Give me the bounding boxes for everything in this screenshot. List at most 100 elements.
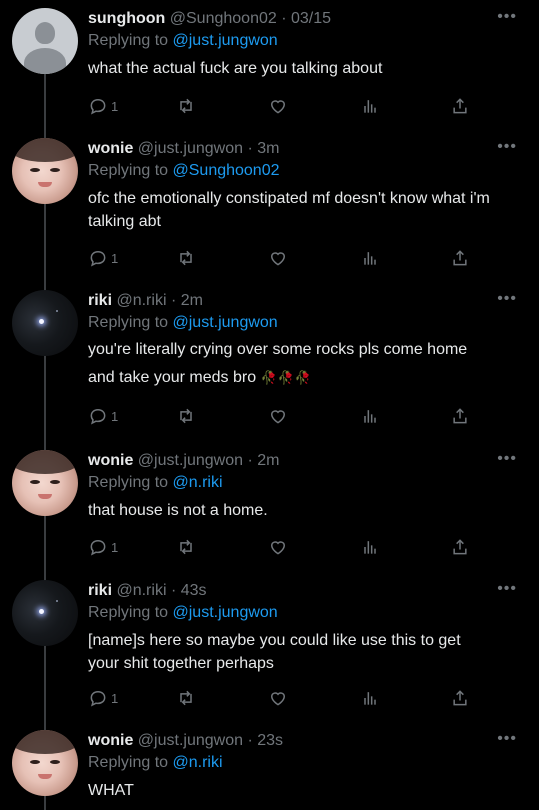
display-name[interactable]: riki xyxy=(88,292,112,309)
ellipsis-icon[interactable]: ••• xyxy=(497,451,517,467)
timestamp[interactable]: 2m xyxy=(257,452,279,469)
display-name[interactable]: riki xyxy=(88,582,112,599)
reply-count: 1 xyxy=(111,250,119,266)
reply-to-link[interactable]: @just.jungwon xyxy=(173,32,278,49)
share-upload-icon xyxy=(453,250,467,266)
like-button[interactable] xyxy=(268,406,288,426)
like-button[interactable] xyxy=(268,96,288,116)
user-handle[interactable]: @Sunghoon02 xyxy=(170,10,277,27)
views-button[interactable] xyxy=(360,96,380,116)
views-bar-chart-icon xyxy=(364,541,376,554)
reply-bubble-icon xyxy=(90,539,106,556)
tweet-text: WHAT xyxy=(88,782,134,799)
reply-count: 1 xyxy=(111,539,119,555)
like-button[interactable] xyxy=(268,688,288,708)
reply-button[interactable]: 1 xyxy=(88,688,118,708)
separator-dot: · xyxy=(247,140,253,157)
retweet-button[interactable] xyxy=(176,537,196,557)
reply-button[interactable]: 1 xyxy=(88,537,118,557)
separator-dot: · xyxy=(170,292,177,309)
share-button[interactable] xyxy=(450,688,470,708)
separator-dot: · xyxy=(247,732,253,749)
tweet-action-bar: 1 xyxy=(88,96,488,118)
tweet-text: what the actual fuck are you talking abo… xyxy=(88,60,383,77)
user-handle[interactable]: @just.jungwon xyxy=(138,732,243,749)
ellipsis-icon[interactable]: ••• xyxy=(497,731,517,747)
ellipsis-icon[interactable]: ••• xyxy=(497,581,517,597)
reply-bubble-icon xyxy=(90,250,106,267)
reply-to-link[interactable]: @just.jungwon xyxy=(173,604,278,621)
wonie-avatar[interactable] xyxy=(12,138,78,204)
display-name[interactable]: wonie xyxy=(88,140,133,157)
display-name[interactable]: wonie xyxy=(88,732,133,749)
retweet-button[interactable] xyxy=(176,248,196,268)
retweet-button[interactable] xyxy=(176,688,196,708)
tweet-text: you're literally crying over some rocks … xyxy=(88,336,495,392)
retweet-icon xyxy=(180,539,192,555)
timestamp[interactable]: 03/15 xyxy=(291,10,331,27)
reply-bubble-icon xyxy=(90,690,106,707)
retweet-button[interactable] xyxy=(176,96,196,116)
user-handle[interactable]: @n.riki xyxy=(116,292,166,309)
user-handle[interactable]: @n.riki xyxy=(116,582,166,599)
reply-to-link[interactable]: @just.jungwon xyxy=(173,314,278,331)
riki-avatar[interactable] xyxy=(12,580,78,646)
ellipsis-icon[interactable]: ••• xyxy=(497,9,517,25)
share-upload-icon xyxy=(453,98,467,114)
reply-button[interactable]: 1 xyxy=(88,248,118,268)
reply-to-link[interactable]: @Sunghoon02 xyxy=(173,162,280,179)
timestamp[interactable]: 23s xyxy=(257,732,283,749)
tweet-action-bar: 1 xyxy=(88,248,488,270)
tweet-text: [name]s here so maybe you could like use… xyxy=(88,632,461,672)
retweet-icon xyxy=(180,690,192,706)
views-button[interactable] xyxy=(360,248,380,268)
riki-avatar[interactable] xyxy=(12,290,78,356)
retweet-button[interactable] xyxy=(176,406,196,426)
wilted-rose-emoji: 🥀🥀🥀 xyxy=(260,370,313,385)
display-name[interactable]: sunghoon xyxy=(88,10,165,27)
replying-to-label: Replying to xyxy=(88,754,169,771)
share-button[interactable] xyxy=(450,248,470,268)
views-bar-chart-icon xyxy=(364,410,376,423)
share-button[interactable] xyxy=(450,537,470,557)
wonie-avatar[interactable] xyxy=(12,730,78,796)
views-bar-chart-icon xyxy=(364,100,376,113)
share-button[interactable] xyxy=(450,96,470,116)
views-bar-chart-icon xyxy=(364,252,376,265)
like-button[interactable] xyxy=(268,537,288,557)
tweet-action-bar: 1 xyxy=(88,688,488,710)
tweet-action-bar: 1 xyxy=(88,537,488,559)
default-avatar-icon[interactable] xyxy=(12,8,78,74)
separator-dot: · xyxy=(281,10,287,27)
reply-to-link[interactable]: @n.riki xyxy=(173,754,223,771)
reply-button[interactable]: 1 xyxy=(88,406,118,426)
retweet-icon xyxy=(180,98,192,114)
reply-button[interactable]: 1 xyxy=(88,96,118,116)
like-button[interactable] xyxy=(268,248,288,268)
views-bar-chart-icon xyxy=(364,692,376,705)
share-upload-icon xyxy=(453,539,467,555)
reply-to-link[interactable]: @n.riki xyxy=(173,474,223,491)
timestamp[interactable]: 3m xyxy=(257,140,279,157)
display-name[interactable]: wonie xyxy=(88,452,133,469)
user-handle[interactable]: @just.jungwon xyxy=(138,140,243,157)
wonie-avatar[interactable] xyxy=(12,450,78,516)
views-button[interactable] xyxy=(360,537,380,557)
retweet-icon xyxy=(180,250,192,266)
share-button[interactable] xyxy=(450,406,470,426)
ellipsis-icon[interactable]: ••• xyxy=(497,139,517,155)
tweet-text: ofc the emotionally constipated mf doesn… xyxy=(88,190,490,230)
timestamp[interactable]: 2m xyxy=(181,292,203,309)
ellipsis-icon[interactable]: ••• xyxy=(497,291,517,307)
user-handle[interactable]: @just.jungwon xyxy=(138,452,243,469)
timestamp[interactable]: 43s xyxy=(181,582,207,599)
share-upload-icon xyxy=(453,408,467,424)
heart-icon xyxy=(270,252,286,266)
views-button[interactable] xyxy=(360,688,380,708)
reply-bubble-icon xyxy=(90,408,106,425)
reply-bubble-icon xyxy=(90,98,106,115)
views-button[interactable] xyxy=(360,406,380,426)
tweet-action-bar: 1 xyxy=(88,406,488,428)
heart-icon xyxy=(270,410,286,424)
tweet-text: that house is not a home. xyxy=(88,502,268,519)
